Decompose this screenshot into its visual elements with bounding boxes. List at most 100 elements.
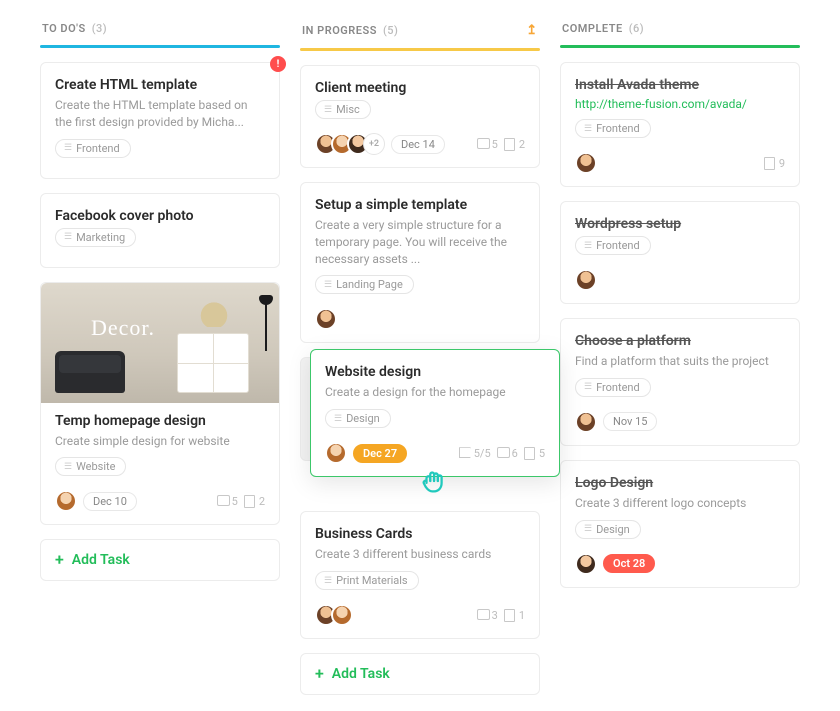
avatar[interactable] <box>575 411 597 433</box>
tag-pill[interactable]: ☰ Frontend <box>575 119 651 138</box>
card-title: Wordpress setup <box>575 216 785 232</box>
tag-pill[interactable]: ☰ Landing Page <box>315 275 414 294</box>
card-footer <box>315 308 525 330</box>
avatar-group <box>575 411 597 433</box>
attachments-count: 5 <box>524 447 545 460</box>
tag-pill[interactable]: ☰ Design <box>575 520 641 539</box>
file-icon <box>764 157 776 169</box>
task-card[interactable]: Business Cards Create 3 different busine… <box>300 511 540 639</box>
avatar-group <box>55 490 77 512</box>
column-header-in-progress: IN PROGRESS (5) ↥ <box>300 16 540 48</box>
tag-label: Frontend <box>596 381 640 394</box>
card-title: Business Cards <box>315 526 525 542</box>
due-date-pill[interactable]: Nov 15 <box>603 412 657 431</box>
checklist-progress: 5/5 <box>459 447 491 460</box>
cover-text: Decor. <box>91 315 155 341</box>
avatar[interactable] <box>331 604 353 626</box>
tag-pill[interactable]: ☰ Design <box>325 409 391 428</box>
comments-count: 5 <box>477 138 498 151</box>
card-title: Setup a simple template <box>315 197 525 213</box>
avatar[interactable] <box>55 490 77 512</box>
flag-icon <box>459 447 471 459</box>
avatar-group: +2 <box>315 133 385 155</box>
card-title: Create HTML template <box>55 77 265 93</box>
column-in-progress: IN PROGRESS (5) ↥ Client meeting ☰ Misc … <box>300 16 540 695</box>
card-title: Client meeting <box>315 80 525 96</box>
task-card[interactable]: Setup a simple template Create a very si… <box>300 182 540 343</box>
card-footer: 9 <box>575 152 785 174</box>
task-card[interactable]: Create HTML template Create the HTML tem… <box>40 62 280 179</box>
card-link[interactable]: http://theme-fusion.com/avada/ <box>575 97 785 111</box>
comments-count: 3 <box>477 609 498 622</box>
avatar[interactable] <box>315 308 337 330</box>
card-footer: Oct 28 <box>575 553 785 575</box>
column-todo: TO DO'S (3) Create HTML template Create … <box>40 16 280 581</box>
card-description: Create the HTML template based on the fi… <box>55 97 265 131</box>
column-title: COMPLETE <box>562 22 623 35</box>
add-task-button[interactable]: + Add Task <box>300 653 540 695</box>
add-task-label: Add Task <box>72 552 130 568</box>
tag-label: Frontend <box>596 239 640 252</box>
collapse-up-icon[interactable]: ↥ <box>524 22 540 38</box>
card-footer: Dec 10 5 2 <box>55 490 265 512</box>
tag-pill[interactable]: ☰ Misc <box>315 100 371 119</box>
card-footer: 3 1 <box>315 604 525 626</box>
avatar[interactable] <box>575 269 597 291</box>
file-icon <box>504 138 516 150</box>
card-description: Create 3 different business cards <box>315 546 525 563</box>
tag-pill[interactable]: ☰ Print Materials <box>315 571 419 590</box>
task-card[interactable]: Client meeting ☰ Misc +2 Dec 14 5 2 <box>300 65 540 168</box>
tag-label: Frontend <box>76 142 120 155</box>
column-count: (6) <box>629 22 644 35</box>
task-card[interactable]: Facebook cover photo ☰ Marketing <box>40 193 280 268</box>
tag-icon: ☰ <box>324 105 332 115</box>
avatar[interactable] <box>575 152 597 174</box>
comments-count: 6 <box>497 447 518 460</box>
column-header-todo: TO DO'S (3) <box>40 16 280 45</box>
tag-pill[interactable]: ☰ Website <box>55 457 126 476</box>
sofa-decoration <box>55 351 125 393</box>
tag-pill[interactable]: ☰ Marketing <box>55 228 136 247</box>
file-icon <box>524 447 536 459</box>
card-description: Create a very simple structure for a tem… <box>315 217 525 267</box>
avatar[interactable] <box>575 553 597 575</box>
comment-icon <box>217 495 229 507</box>
avatar-group <box>575 269 597 291</box>
column-count: (3) <box>92 22 107 35</box>
card-title: Facebook cover photo <box>55 208 265 224</box>
comment-icon <box>497 447 509 459</box>
alert-icon <box>270 56 286 72</box>
add-task-button[interactable]: + Add Task <box>40 539 280 581</box>
due-date-pill[interactable]: Oct 28 <box>603 554 655 573</box>
task-card[interactable]: Choose a platform Find a platform that s… <box>560 318 800 446</box>
task-card[interactable]: Decor. Temp homepage design Create simpl… <box>40 282 280 526</box>
tag-pill[interactable]: ☰ Frontend <box>575 378 651 397</box>
plus-icon: + <box>55 552 64 568</box>
drag-area: Website design Create a design for the h… <box>300 357 540 461</box>
tag-icon: ☰ <box>334 414 342 424</box>
attachments-count: 1 <box>504 609 525 622</box>
column-count: (5) <box>383 24 398 37</box>
kanban-board: TO DO'S (3) Create HTML template Create … <box>40 16 800 695</box>
attachments-count: 9 <box>764 157 785 170</box>
due-date-pill[interactable]: Dec 27 <box>353 444 407 463</box>
avatar-more[interactable]: +2 <box>363 133 385 155</box>
tag-pill[interactable]: ☰ Frontend <box>575 236 651 255</box>
tag-icon: ☰ <box>324 280 332 290</box>
card-cover-image: Decor. <box>41 283 279 403</box>
avatar-group <box>325 442 347 464</box>
task-card[interactable]: Wordpress setup ☰ Frontend <box>560 201 800 304</box>
tag-pill[interactable]: ☰ Frontend <box>55 139 131 158</box>
avatar[interactable] <box>325 442 347 464</box>
task-card-dragging[interactable]: Website design Create a design for the h… <box>310 349 560 477</box>
column-complete: COMPLETE (6) Install Avada theme http://… <box>560 16 800 602</box>
due-date-pill[interactable]: Dec 10 <box>83 492 137 511</box>
tag-label: Landing Page <box>336 278 403 291</box>
due-date-pill[interactable]: Dec 14 <box>391 135 445 154</box>
lamp-decoration <box>257 291 275 351</box>
file-icon <box>504 609 516 621</box>
tag-label: Marketing <box>76 231 125 244</box>
task-card[interactable]: Logo Design Create 3 different logo conc… <box>560 460 800 588</box>
task-card[interactable]: Install Avada theme http://theme-fusion.… <box>560 62 800 187</box>
attachments-count: 2 <box>504 138 525 151</box>
